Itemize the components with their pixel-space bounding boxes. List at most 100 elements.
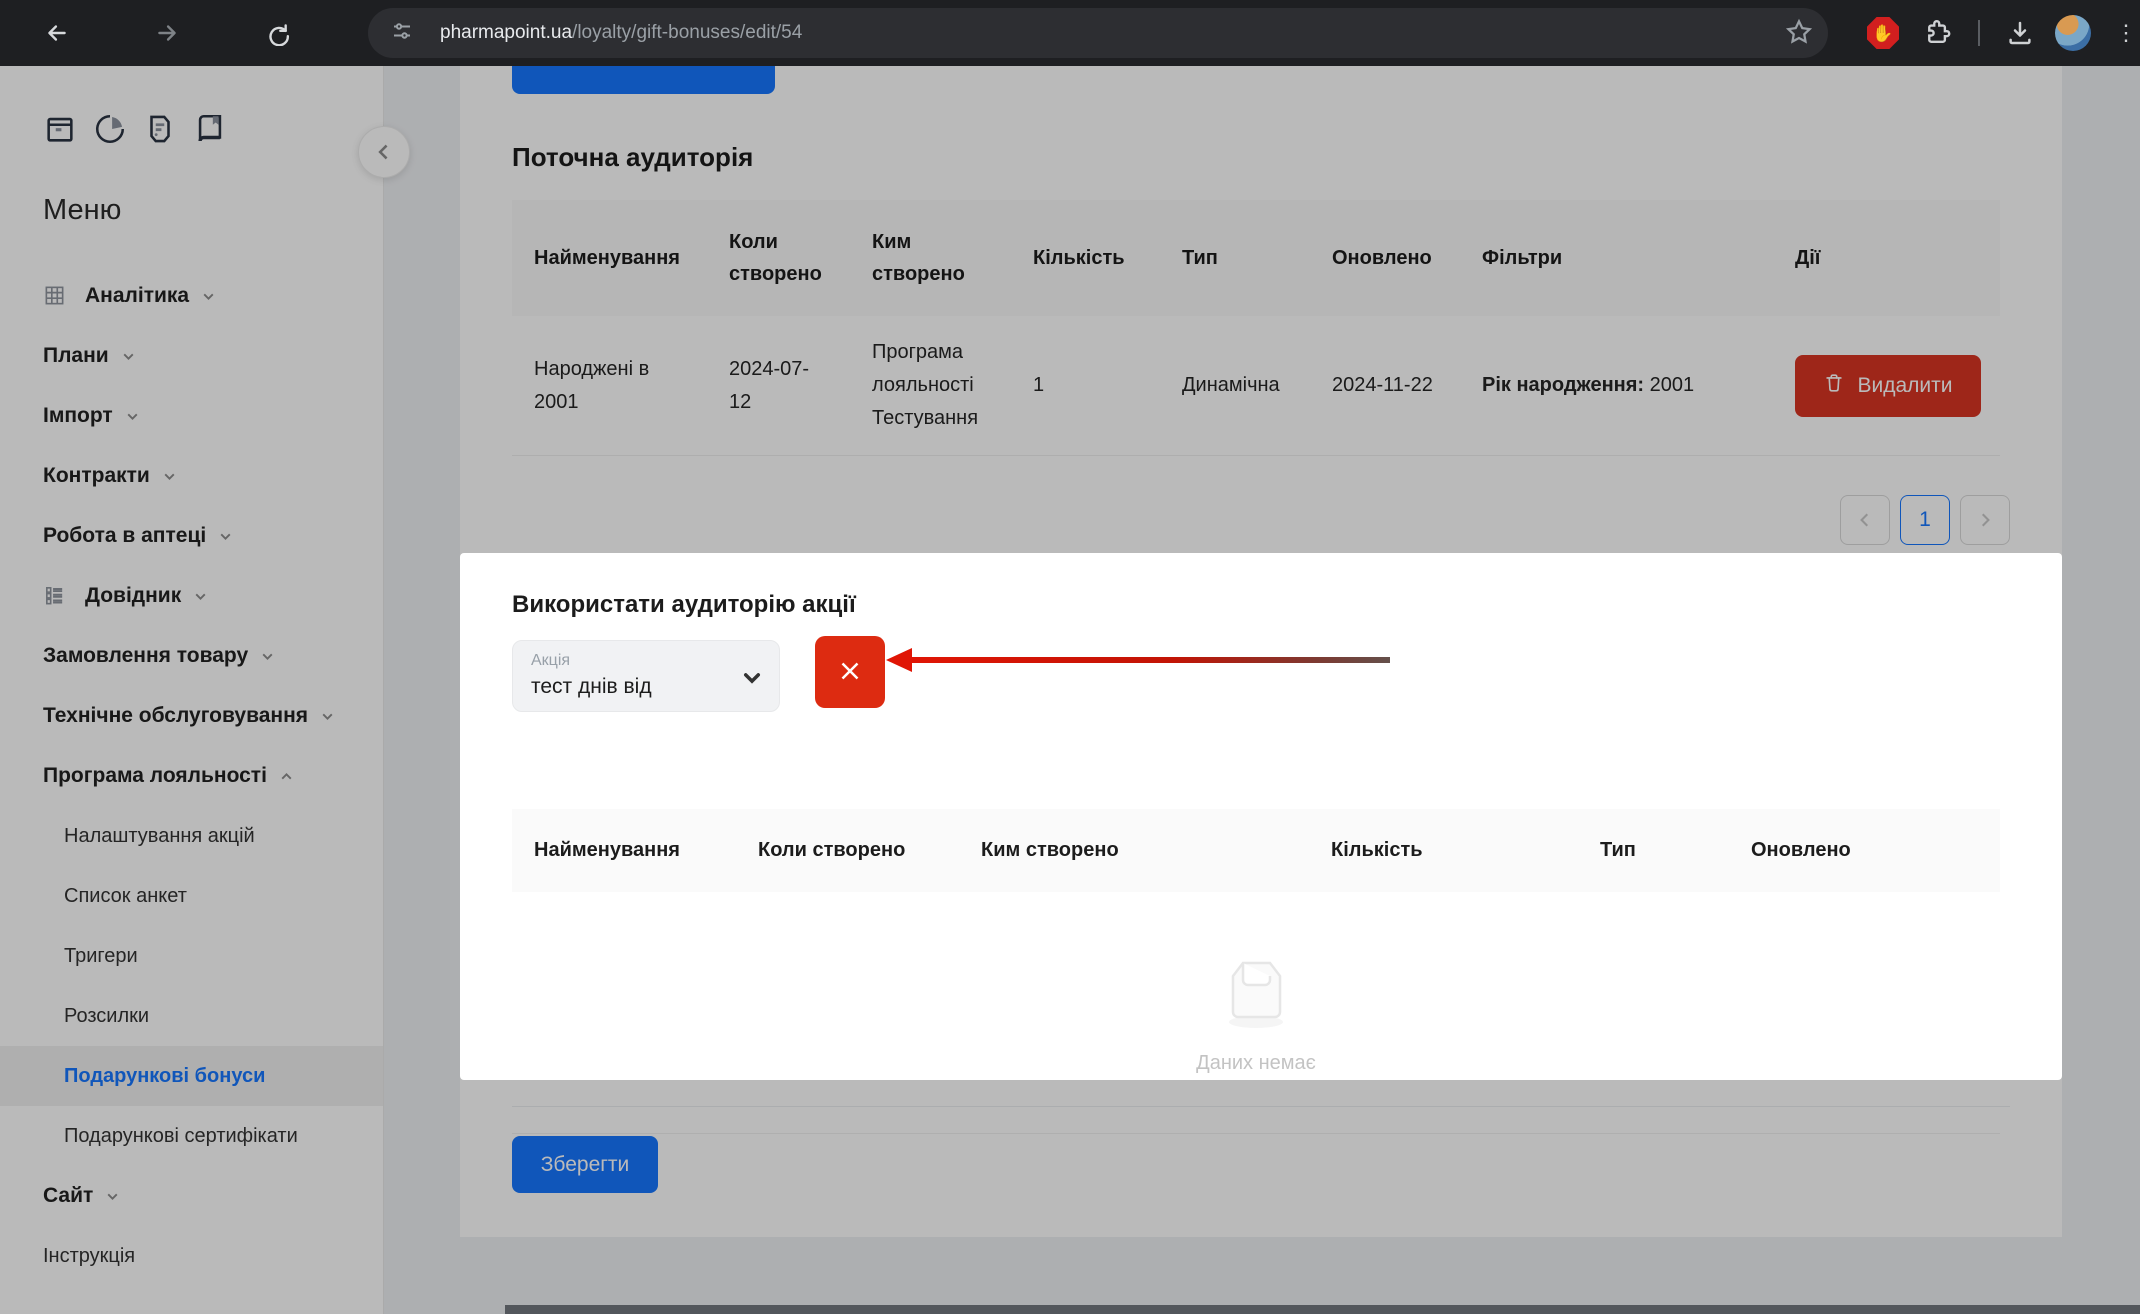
chevron-down-icon [125, 409, 140, 424]
pagination: 1 [512, 495, 2010, 545]
forward-icon[interactable] [148, 14, 186, 52]
select-label: Акція [531, 651, 761, 672]
chevron-down-icon [741, 667, 763, 694]
pie-chart-icon[interactable] [93, 112, 127, 151]
sidebar-app-icons [43, 112, 227, 151]
sidebar-item-directory[interactable]: Довідник [0, 566, 383, 626]
sidebar-item-pharmacy-work[interactable]: Робота в аптеці [0, 506, 383, 566]
chevron-down-icon [320, 709, 335, 724]
sidebar-item-site[interactable]: Сайт [0, 1166, 383, 1226]
close-icon [835, 656, 865, 689]
book-icon[interactable] [193, 112, 227, 151]
back-icon[interactable] [38, 14, 76, 52]
column-header: Ким створено [850, 200, 1011, 316]
promo-audience-table: Найменування Коли створено Ким створено … [512, 809, 2000, 892]
clear-selection-button[interactable] [815, 636, 885, 708]
sidebar-menu-title: Меню [43, 194, 121, 227]
sidebar-item-maintenance[interactable]: Технічне обслуговування [0, 686, 383, 746]
sidebar-item-gift-bonuses[interactable]: Подарункові бонуси [0, 1046, 383, 1106]
cell-type: Динамічна [1160, 316, 1310, 456]
pagination-prev-button[interactable] [1840, 495, 1890, 545]
adblock-extension-icon[interactable]: ✋ [1867, 17, 1899, 49]
table-header-row: Найменування Коли створено Ким створено … [512, 200, 2000, 316]
sidebar-item-plans[interactable]: Плани [0, 326, 383, 386]
empty-state: Даних немає [512, 892, 2000, 1134]
promo-select[interactable]: Акція тест днів від [512, 640, 780, 712]
column-header: Коли створено [736, 809, 959, 892]
chevron-down-icon [260, 649, 275, 664]
url-bar[interactable]: pharmapoint.ua/loyalty/gift-bonuses/edit… [368, 8, 1828, 58]
cell-created-by: Програма лояльності Тестування [850, 316, 1011, 456]
sidebar-item-mailings[interactable]: Розсилки [0, 986, 383, 1046]
arrow-shaft [908, 657, 1390, 663]
pagination-next-button[interactable] [1960, 495, 2010, 545]
list-icon [43, 584, 67, 608]
use-promo-audience-section: Використати аудиторію акції Акція тест д… [460, 553, 2062, 1080]
sidebar-item-instruction[interactable]: Інструкція [0, 1226, 383, 1286]
column-header: Дії [1773, 200, 2000, 316]
column-header: Кількість [1011, 200, 1160, 316]
current-audience-title: Поточна аудиторія [512, 142, 753, 173]
sidebar-item-questionnaires[interactable]: Список анкет [0, 866, 383, 926]
archive-box-icon[interactable] [43, 112, 77, 151]
chevron-down-icon [193, 589, 208, 604]
extensions-puzzle-icon[interactable] [1920, 15, 1956, 51]
cell-filters: Рік народження: 2001 [1460, 316, 1773, 456]
site-settings-icon[interactable] [390, 19, 414, 48]
sidebar-item-promo-settings[interactable]: Налаштування акцій [0, 806, 383, 866]
cell-created-at: 2024-07-12 [707, 316, 850, 456]
sidebar-collapse-button[interactable] [358, 126, 410, 178]
column-header: Тип [1160, 200, 1310, 316]
chevron-down-icon [218, 529, 233, 544]
empty-inbox-icon [1212, 951, 1300, 1038]
column-header: Фільтри [1460, 200, 1773, 316]
page-viewport: Меню Аналітика Плани Імпорт Контракти Ро… [0, 66, 2140, 1314]
section-divider [512, 1106, 2010, 1107]
column-header: Оновлено [1729, 809, 2000, 892]
column-header: Коли створено [707, 200, 850, 316]
annotation-arrow [886, 648, 1396, 672]
column-header: Найменування [512, 809, 736, 892]
sidebar-item-contracts[interactable]: Контракти [0, 446, 383, 506]
sidebar-item-goods-order[interactable]: Замовлення товару [0, 626, 383, 686]
bookmark-star-icon[interactable] [1784, 17, 1814, 52]
cell-actions: Видалити [1773, 316, 2000, 456]
column-header: Оновлено [1310, 200, 1460, 316]
cell-name: Народжені в 2001 [512, 316, 707, 456]
column-header: Найменування [512, 200, 707, 316]
sidebar-item-analytics[interactable]: Аналітика [0, 266, 383, 326]
save-button[interactable]: Зберегти [512, 1136, 658, 1193]
table-row: Народжені в 2001 2024-07-12 Програма лоя… [512, 316, 2000, 456]
browser-menu-kebab-icon[interactable]: ⋮ [2108, 15, 2140, 51]
profile-avatar[interactable] [2055, 15, 2091, 51]
empty-state-text: Даних немає [1196, 1052, 1316, 1075]
reload-icon[interactable] [258, 14, 296, 52]
horizontal-scrollbar[interactable] [0, 1304, 2140, 1314]
cell-updated-at: 2024-11-22 [1310, 316, 1460, 456]
column-header: Кількість [1309, 809, 1578, 892]
trash-icon [1823, 372, 1845, 400]
sidebar-item-triggers[interactable]: Тригери [0, 926, 383, 986]
chevron-down-icon [201, 289, 216, 304]
chevron-down-icon [162, 469, 177, 484]
grid-icon [43, 284, 67, 308]
browser-chrome: pharmapoint.ua/loyalty/gift-bonuses/edit… [0, 0, 2140, 66]
column-header: Ким створено [959, 809, 1309, 892]
sidebar-item-import[interactable]: Імпорт [0, 386, 383, 446]
sidebar-nav: Аналітика Плани Імпорт Контракти Робота … [0, 266, 383, 1286]
cell-count: 1 [1011, 316, 1160, 456]
sidebar: Меню Аналітика Плани Імпорт Контракти Ро… [0, 66, 384, 1314]
sidebar-item-loyalty-program[interactable]: Програма лояльності [0, 746, 383, 806]
toolbar-separator [1978, 20, 1980, 46]
use-audience-title: Використати аудиторію акції [512, 591, 856, 619]
url-host: pharmapoint.ua [440, 22, 572, 44]
document-icon[interactable] [143, 112, 177, 151]
content-card: Поточна аудиторія Найменування Коли ство… [460, 66, 2062, 1237]
delete-button[interactable]: Видалити [1795, 355, 1981, 417]
partially-scrolled-button[interactable] [512, 66, 775, 94]
scrollbar-thumb[interactable] [505, 1305, 2140, 1314]
download-icon[interactable] [2002, 15, 2038, 51]
sidebar-item-gift-certificates[interactable]: Подарункові сертифікати [0, 1106, 383, 1166]
select-value: тест днів від [531, 672, 761, 701]
pagination-page-1[interactable]: 1 [1900, 495, 1950, 545]
